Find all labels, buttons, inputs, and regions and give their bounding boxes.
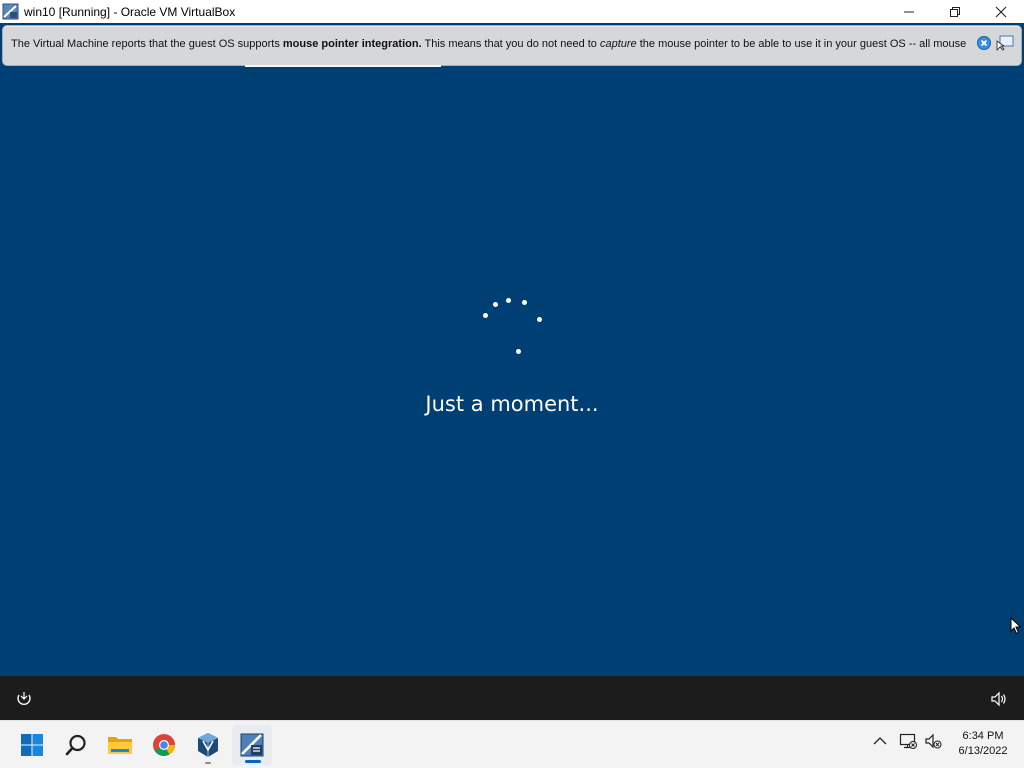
mouse-integration-notification: The Virtual Machine reports that the gue…: [2, 25, 1022, 67]
restore-icon: [950, 6, 960, 17]
restore-button[interactable]: [932, 0, 978, 23]
clock-date: 6/13/2022: [958, 745, 1008, 757]
window-title: win10 [Running] - Oracle VM VirtualBox: [24, 5, 236, 19]
notification-text: The Virtual Machine reports that the gue…: [11, 38, 966, 50]
active-app-indicator: [245, 760, 261, 763]
network-status-button[interactable]: [899, 732, 917, 750]
ease-of-access-icon[interactable]: [15, 691, 33, 707]
virtualbox-button[interactable]: [188, 721, 228, 768]
minimize-button[interactable]: [886, 0, 932, 23]
notification-text-part: The Virtual Machine reports that the gue…: [11, 38, 283, 50]
virtualbox-vm-icon: [240, 733, 264, 757]
close-button[interactable]: [978, 0, 1024, 23]
minimize-icon: [904, 11, 914, 12]
do-not-show-again-icon[interactable]: [996, 35, 1014, 51]
virtualbox-vm-icon: [2, 3, 19, 20]
notification-italic-text: capture: [599, 38, 637, 50]
window-titlebar[interactable]: win10 [Running] - Oracle VM VirtualBox: [0, 0, 1024, 23]
mouse-pointer-icon: [1010, 617, 1022, 635]
volume-button[interactable]: [924, 732, 942, 750]
file-explorer-button[interactable]: [100, 721, 140, 768]
spinner-dot: [537, 317, 542, 322]
network-disconnected-icon: [899, 733, 917, 749]
windows-logo-icon: [21, 733, 43, 756]
spinner-dot: [506, 298, 511, 303]
spinner-dot: [493, 302, 498, 307]
taskbar-clock[interactable]: 6:34 PM 6/13/2022: [950, 729, 1016, 759]
chrome-icon: [153, 733, 175, 756]
virtualbox-icon: [198, 732, 218, 757]
guest-bottom-bar: [0, 676, 1024, 720]
notification-bold-text: mouse pointer integration.: [282, 38, 422, 50]
volume-muted-icon: [925, 733, 942, 749]
search-button[interactable]: [56, 721, 96, 768]
close-notification-icon[interactable]: [977, 36, 991, 50]
spinner-dot: [516, 349, 521, 354]
volume-icon[interactable]: [990, 691, 1008, 707]
folder-icon: [108, 736, 132, 754]
close-icon: [995, 6, 1007, 17]
search-icon: [65, 734, 86, 755]
loading-message: Just a moment...: [425, 392, 599, 416]
notification-text-part: the mouse pointer to be able to use it i…: [636, 38, 967, 50]
chrome-button[interactable]: [144, 721, 184, 768]
clock-time: 6:34 PM: [962, 730, 1004, 742]
guest-display[interactable]: Just a moment...: [0, 67, 1024, 676]
chevron-up-icon: [873, 737, 887, 745]
win10-vm-button[interactable]: [232, 725, 272, 765]
running-indicator: [205, 762, 211, 764]
spinner-dot: [483, 313, 488, 318]
start-button[interactable]: [12, 721, 52, 768]
notification-text-part: This means that you do not need to: [421, 38, 600, 50]
spinner-dot: [522, 300, 527, 305]
show-hidden-icons-button[interactable]: [871, 732, 889, 750]
